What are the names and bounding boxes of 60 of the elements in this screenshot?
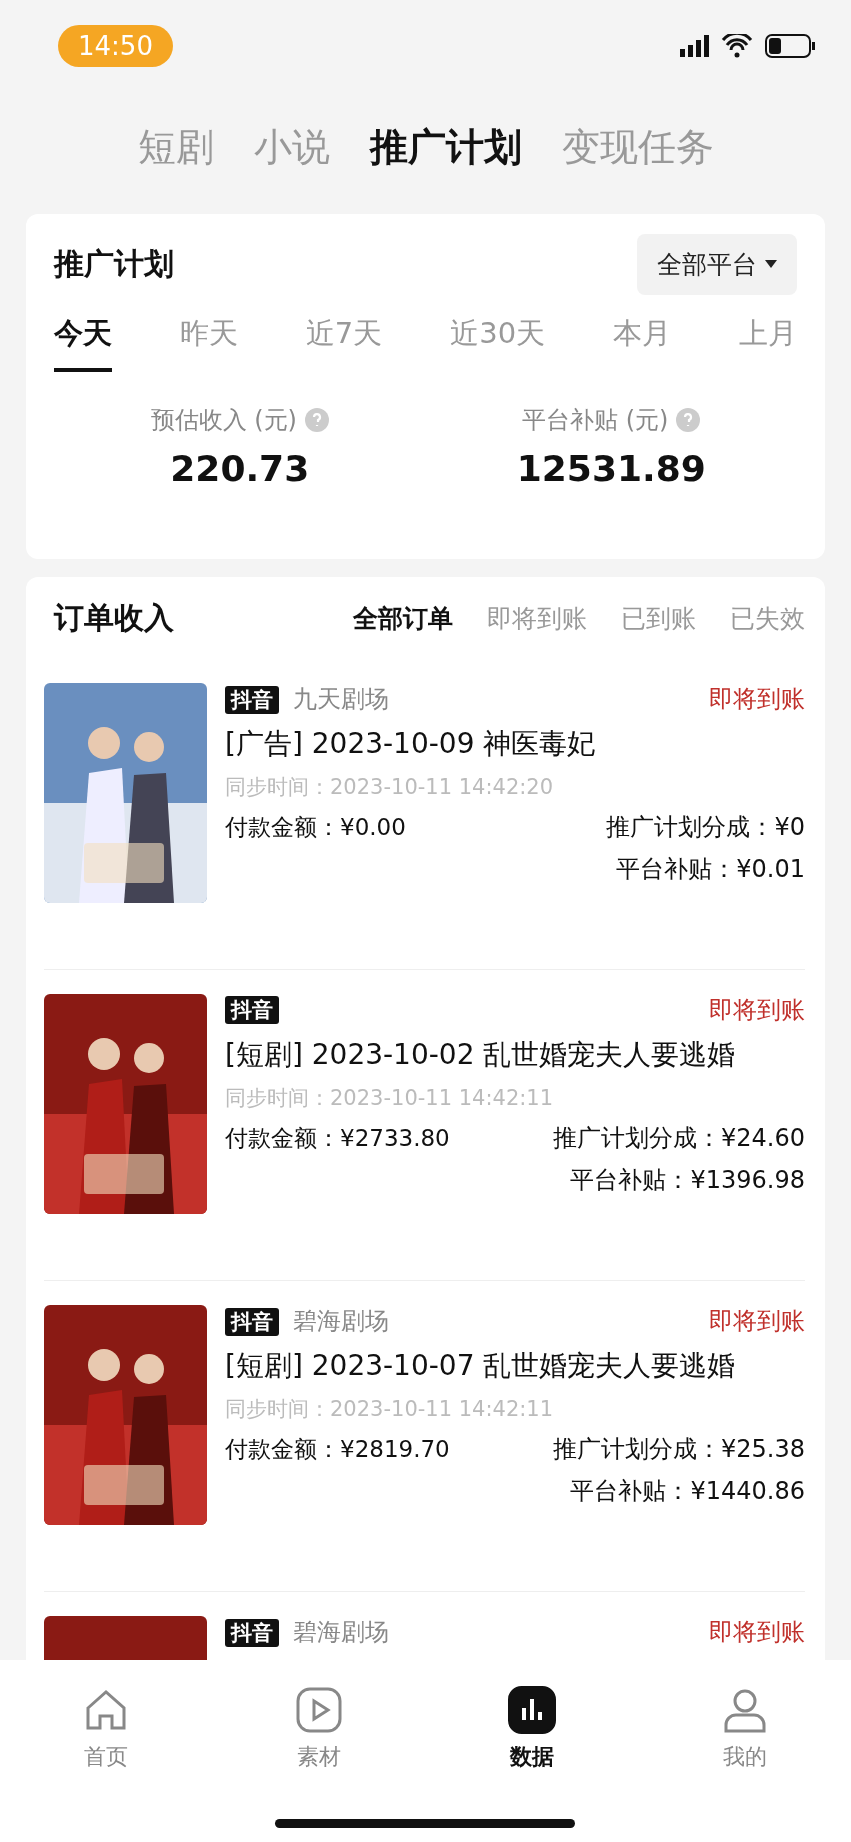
status-time: 14:50 — [58, 25, 173, 67]
wifi-icon — [721, 34, 753, 58]
stat-value: 12531.89 — [516, 448, 706, 489]
platform-badge: 抖音 — [225, 1308, 279, 1336]
order-filter-tab[interactable]: 即将到账 — [487, 601, 587, 635]
order-status: 即将到账 — [709, 1617, 805, 1648]
period-tab[interactable]: 昨天 — [179, 314, 238, 372]
subsidy-amount: 平台补贴：¥0.01 — [616, 854, 805, 885]
section-title: 推广计划 — [54, 244, 174, 283]
share-amount: 推广计划分成：¥0 — [606, 812, 805, 843]
caret-icon — [765, 260, 777, 268]
top-tab[interactable]: 短剧 — [137, 121, 214, 173]
help-icon — [304, 408, 329, 432]
paid-amount: 付款金额：¥0.00 — [225, 812, 406, 842]
subsidy-amount: 平台补贴：¥1440.86 — [570, 1476, 805, 1507]
play-icon — [295, 1686, 344, 1734]
subsidy-amount: 平台补贴：¥1396.98 — [570, 1165, 805, 1196]
top-tab[interactable]: 变现任务 — [561, 121, 714, 173]
stat-value: 220.73 — [170, 448, 310, 489]
sync-time: 同步时间：2023-10-11 14:42:11 — [225, 1085, 555, 1112]
share-amount: 推广计划分成：¥24.60 — [553, 1123, 805, 1154]
order-title: [短剧] 2023-10-02 乱世婚宠夫人要逃婚 — [225, 1037, 737, 1073]
help-icon — [676, 408, 701, 432]
section-title: 订单收入 — [54, 598, 174, 637]
order-title: [广告] 2023-10-09 神医毒妃 — [225, 726, 597, 762]
top-tab[interactable]: 推广计划 — [369, 121, 522, 173]
order-filter-tab[interactable]: 已到账 — [621, 601, 696, 635]
stat-label: 平台补贴 (元) — [522, 405, 669, 436]
signal-icon — [680, 35, 709, 57]
source-name: 碧海剧场 — [293, 1618, 389, 1646]
order-filter-tab[interactable]: 已失效 — [730, 601, 805, 635]
order-status: 即将到账 — [709, 1306, 805, 1337]
period-tab[interactable]: 近30天 — [450, 314, 546, 372]
battery-icon — [765, 34, 815, 58]
platform-dropdown[interactable]: 全部平台 — [637, 233, 797, 295]
period-tab[interactable]: 上月 — [738, 314, 797, 372]
nav-tab[interactable]: 我的 — [684, 1686, 805, 1842]
order-filter-tab[interactable]: 全部订单 — [353, 601, 453, 635]
period-tab[interactable]: 今天 — [54, 314, 112, 372]
order-status: 即将到账 — [709, 995, 805, 1026]
platform-badge: 抖音 — [225, 996, 279, 1024]
order-status: 即将到账 — [709, 684, 805, 715]
sync-time: 同步时间：2023-10-11 14:42:20 — [225, 774, 555, 801]
stat-label: 预估收入 (元) — [150, 405, 297, 436]
platform-badge: 抖音 — [225, 686, 279, 714]
platform-badge: 抖音 — [225, 1619, 279, 1647]
sync-time: 同步时间：2023-10-11 14:42:11 — [225, 1396, 555, 1423]
nav-tab[interactable]: 数据 — [471, 1686, 592, 1842]
share-amount: 推广计划分成：¥25.38 — [553, 1434, 805, 1465]
period-tab[interactable]: 近7天 — [305, 314, 383, 372]
source-name: 九天剧场 — [293, 685, 389, 713]
paid-amount: 付款金额：¥2733.80 — [225, 1123, 450, 1153]
period-tab[interactable]: 本月 — [613, 314, 672, 372]
nav-tab[interactable]: 首页 — [46, 1686, 167, 1842]
nav-tab[interactable]: 素材 — [259, 1686, 380, 1842]
source-name: 碧海剧场 — [293, 1307, 389, 1335]
order-title: [短剧] 2023-10-07 乱世婚宠夫人要逃婚 — [225, 1348, 737, 1384]
paid-amount: 付款金额：¥2819.70 — [225, 1434, 450, 1464]
top-tab[interactable]: 小说 — [253, 121, 330, 173]
bar-chart-icon — [507, 1686, 556, 1734]
